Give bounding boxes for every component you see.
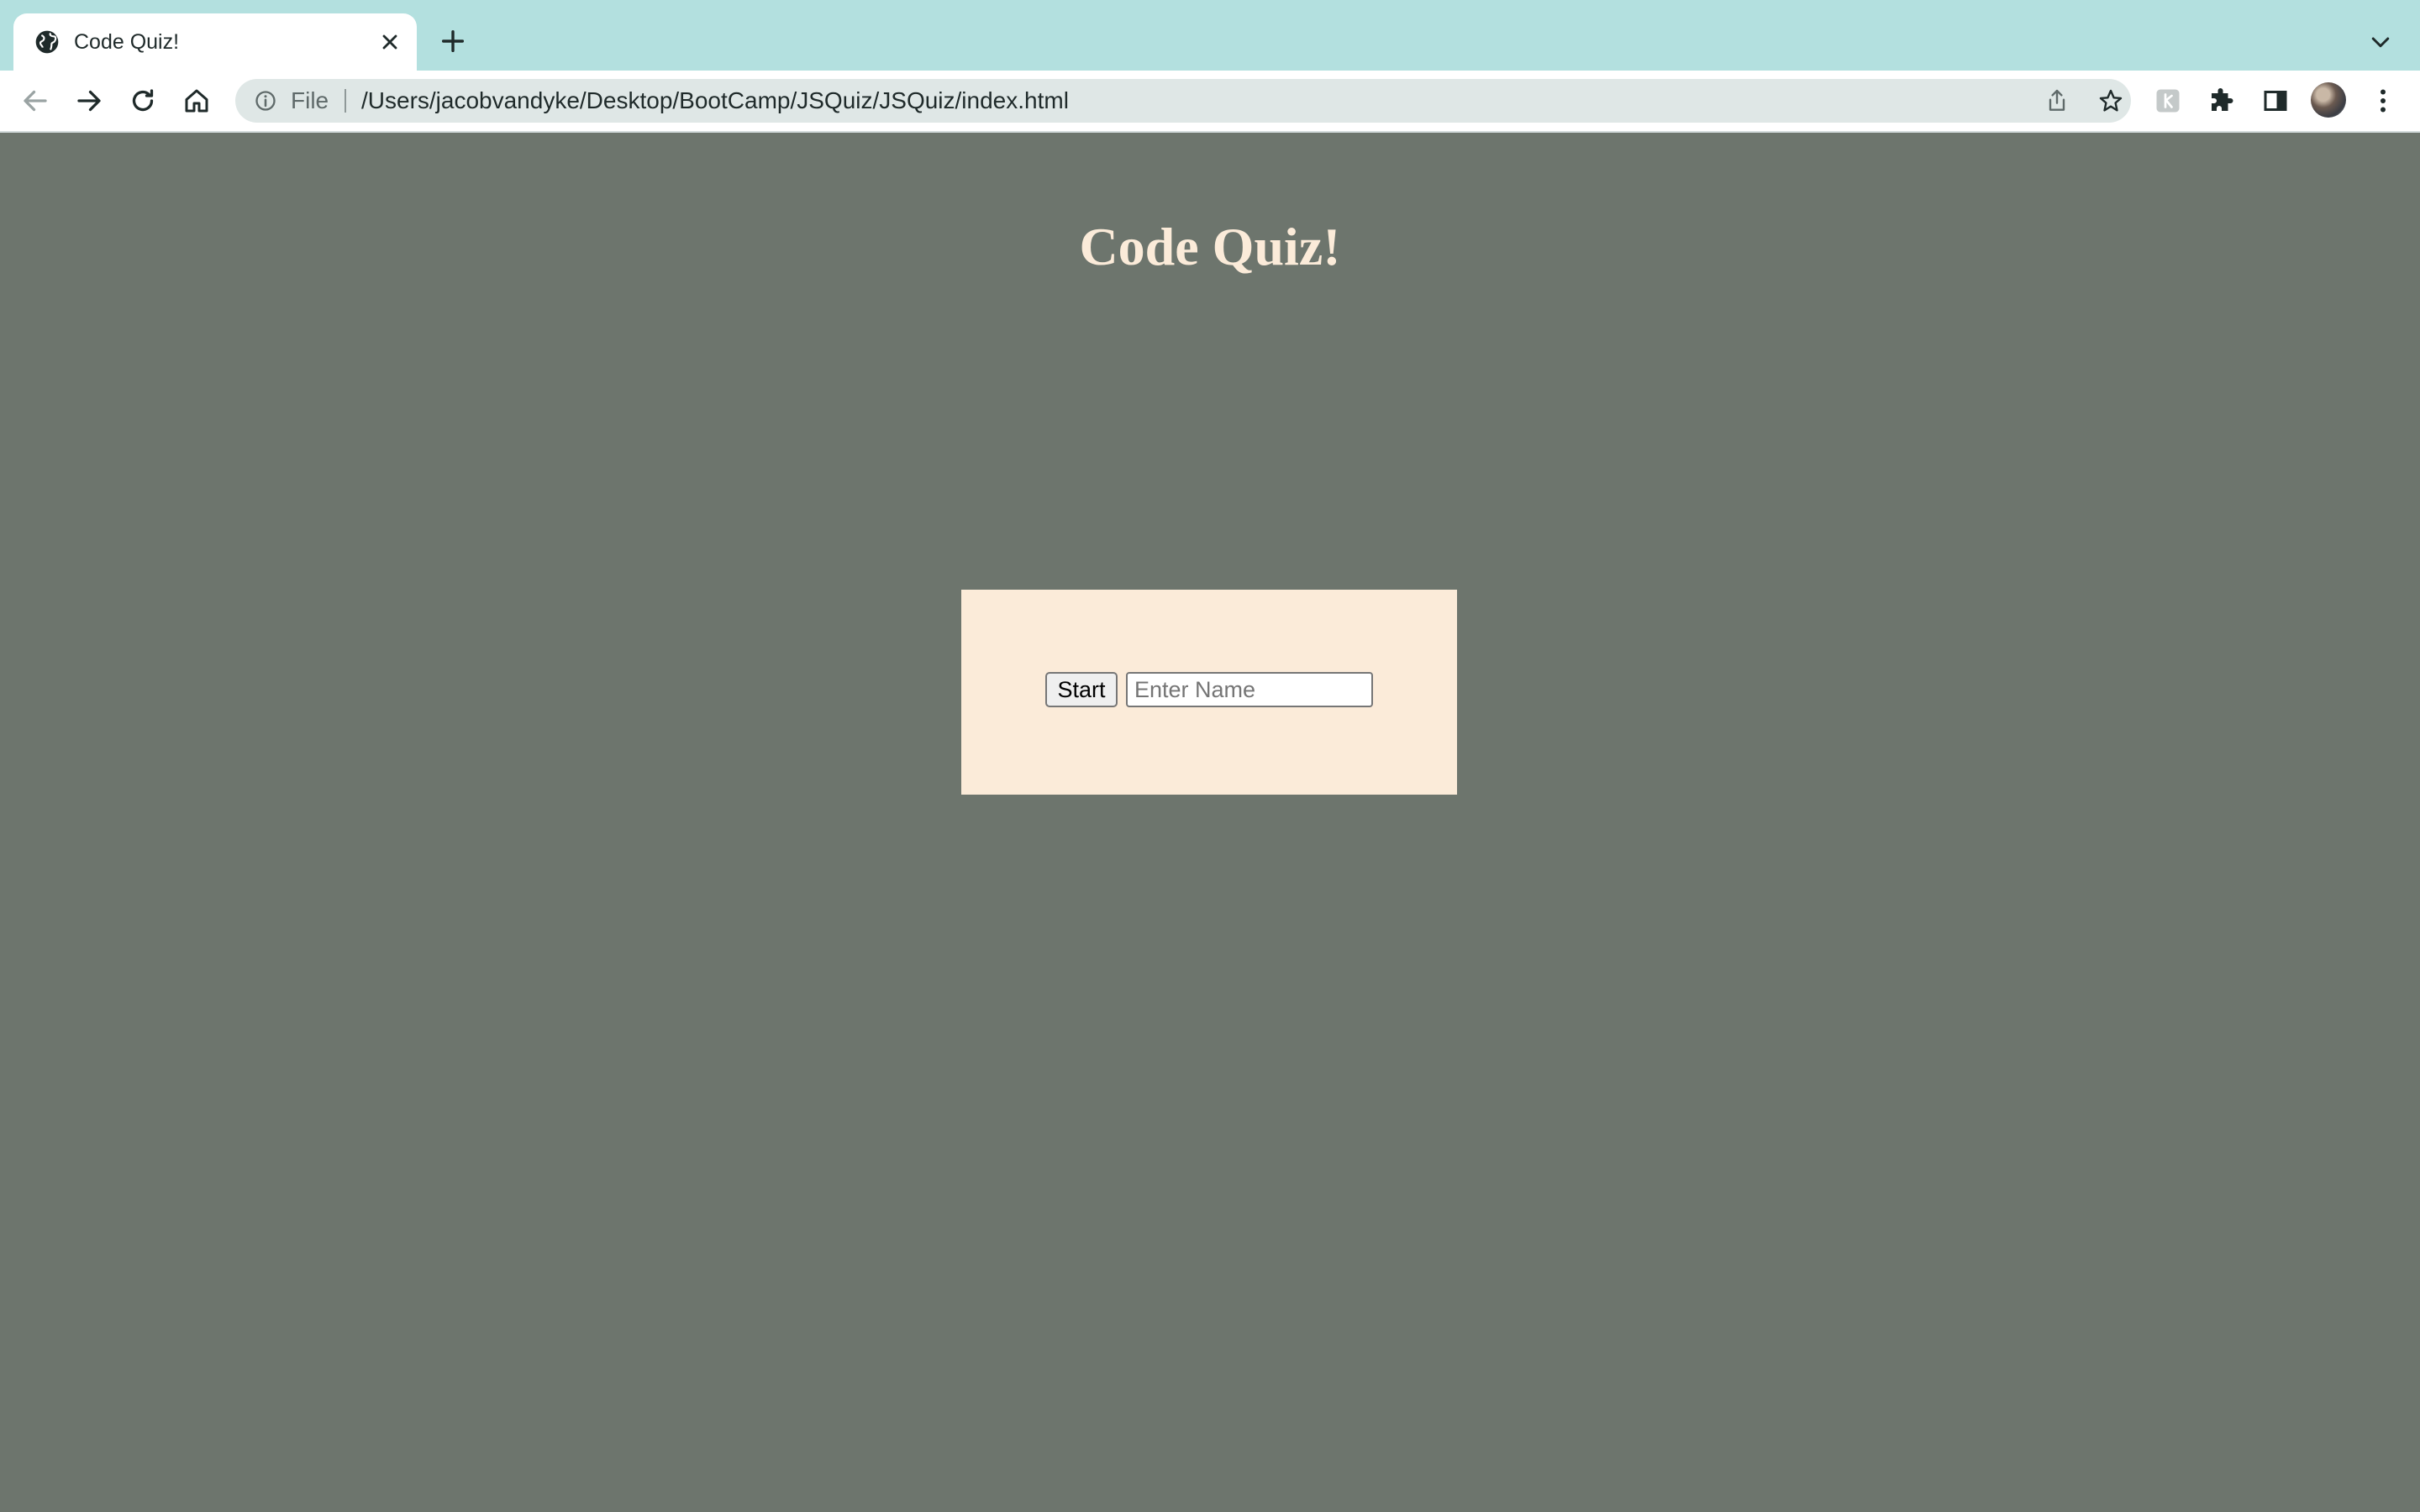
url-text[interactable]: /Users/jacobvandyke/Desktop/BootCamp/JSQ…: [361, 87, 1069, 114]
star-icon[interactable]: [2097, 87, 2124, 114]
kebab-menu-icon[interactable]: [2368, 86, 2398, 116]
reload-icon[interactable]: [128, 86, 158, 116]
start-button[interactable]: Start: [1045, 672, 1118, 707]
back-arrow-icon[interactable]: [20, 86, 50, 116]
side-panel-icon[interactable]: [2260, 86, 2291, 116]
globe-icon: [35, 30, 59, 54]
page-viewport: Code Quiz! Start: [0, 133, 2420, 1512]
page-title: Code Quiz!: [1079, 217, 1341, 276]
scheme-label: File: [291, 87, 329, 113]
extension-app-icon[interactable]: [2153, 86, 2183, 116]
close-icon[interactable]: [378, 30, 402, 54]
name-input[interactable]: [1126, 672, 1373, 707]
avatar[interactable]: [2311, 82, 2346, 118]
omnibox-divider: [345, 89, 346, 113]
home-icon[interactable]: [182, 86, 212, 116]
address-bar[interactable]: File /Users/jacobvandyke/Desktop/BootCam…: [235, 79, 2131, 123]
tab-strip: Code Quiz!: [0, 0, 2420, 71]
browser-tab[interactable]: Code Quiz!: [13, 13, 417, 71]
quiz-start-card: Start: [961, 590, 1457, 795]
plus-icon[interactable]: [439, 27, 467, 55]
info-icon[interactable]: [254, 89, 277, 113]
puzzle-icon[interactable]: [2207, 86, 2237, 116]
share-icon[interactable]: [2044, 87, 2070, 114]
chevron-down-icon[interactable]: [2368, 30, 2393, 55]
forward-arrow-icon[interactable]: [74, 86, 104, 116]
browser-toolbar: File /Users/jacobvandyke/Desktop/BootCam…: [0, 71, 2420, 133]
tab-title: Code Quiz!: [74, 30, 180, 54]
